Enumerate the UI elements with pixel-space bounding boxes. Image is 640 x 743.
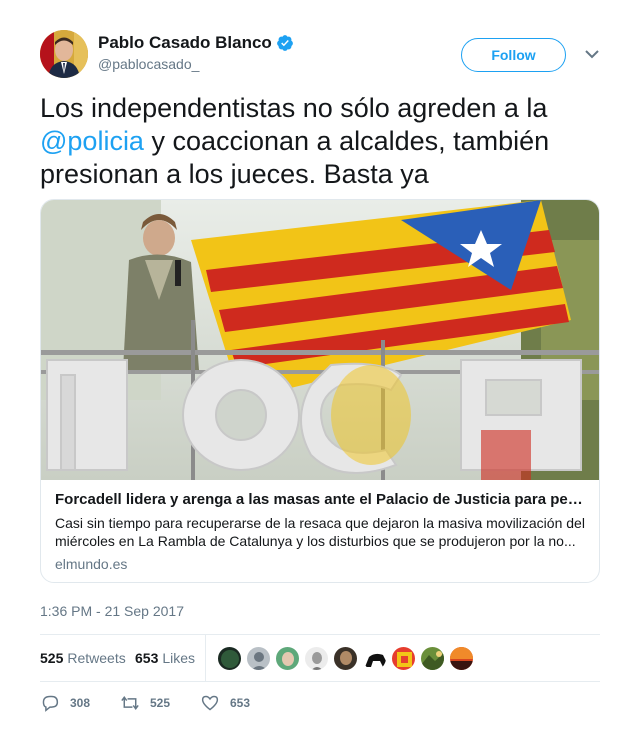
card-title[interactable]: Forcadell lidera y arenga a las masas an… bbox=[55, 490, 587, 510]
reply-icon bbox=[42, 695, 59, 712]
liker-avatar[interactable] bbox=[275, 646, 300, 671]
tweet-text-part: Los independentistas no sólo agreden a l… bbox=[40, 93, 548, 123]
likes-stat[interactable]: 653 Likes bbox=[135, 650, 195, 666]
tweet-text: Los independentistas no sólo agreden a l… bbox=[40, 92, 600, 191]
verified-badge-icon bbox=[276, 35, 293, 51]
chevron-down-icon[interactable] bbox=[584, 48, 600, 60]
tweet-timestamp[interactable]: 1:36 PM - 21 Sep 2017 bbox=[40, 603, 184, 619]
retweet-icon bbox=[121, 696, 139, 710]
tweet-actions: 308 525 653 bbox=[40, 694, 600, 714]
retweets-label: Retweets bbox=[67, 650, 126, 666]
author-handle[interactable]: @pablocasado_ bbox=[98, 56, 294, 72]
heart-icon bbox=[201, 695, 219, 711]
tweet-header: Pablo Casado Blanco @pablocasado_ Follow bbox=[40, 30, 600, 80]
like-count: 653 bbox=[230, 696, 251, 710]
mention-link[interactable]: @policia bbox=[40, 126, 144, 156]
author-display-name[interactable]: Pablo Casado Blanco bbox=[98, 33, 272, 53]
link-card[interactable]: Forcadell lidera y arenga a las masas an… bbox=[40, 199, 600, 583]
reply-button[interactable]: 308 bbox=[40, 694, 90, 712]
likes-label: Likes bbox=[162, 650, 196, 666]
stats-divider bbox=[205, 635, 206, 681]
retweet-count: 525 bbox=[150, 696, 171, 710]
retweets-stat[interactable]: 525 Retweets bbox=[40, 650, 126, 666]
liker-avatar[interactable] bbox=[449, 646, 474, 671]
likes-count: 653 bbox=[135, 650, 159, 666]
reply-count: 308 bbox=[70, 696, 91, 710]
follow-button[interactable]: Follow bbox=[461, 38, 566, 72]
retweet-button[interactable]: 525 bbox=[120, 694, 170, 712]
card-domain: elmundo.es bbox=[55, 556, 128, 572]
liker-avatar[interactable] bbox=[391, 646, 416, 671]
liker-avatar[interactable] bbox=[304, 646, 329, 671]
card-description: Casi sin tiempo para recuperarse de la r… bbox=[55, 515, 585, 549]
liker-avatar[interactable] bbox=[333, 646, 358, 671]
like-button[interactable]: 653 bbox=[200, 694, 250, 712]
tweet-stats: 525 Retweets 653 Likes bbox=[40, 634, 600, 682]
liker-avatar[interactable] bbox=[246, 646, 271, 671]
card-image[interactable] bbox=[41, 200, 599, 480]
liker-avatar[interactable] bbox=[362, 646, 387, 671]
retweets-count: 525 bbox=[40, 650, 64, 666]
avatar[interactable] bbox=[40, 30, 88, 78]
liker-avatar[interactable] bbox=[420, 646, 445, 671]
liker-avatar[interactable] bbox=[217, 646, 242, 671]
